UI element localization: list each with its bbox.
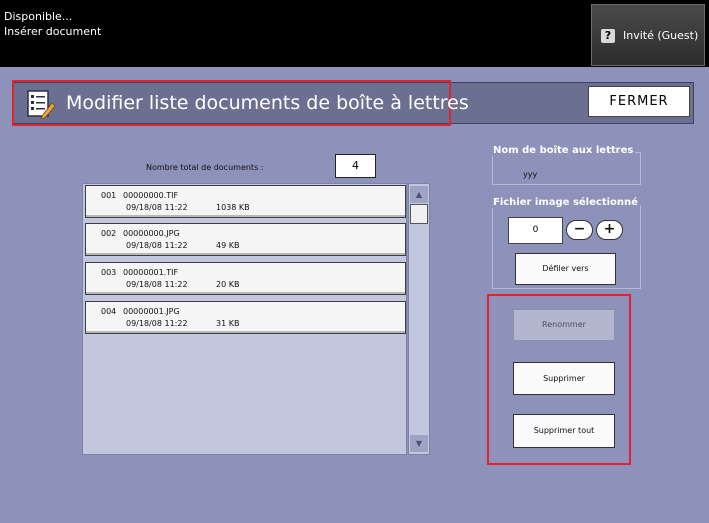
document-date: 09/18/08 11:22 xyxy=(126,241,188,250)
document-number: 004 xyxy=(101,307,117,316)
document-list-item[interactable]: 001 00000000.TIF 09/18/08 11:22 1038 KB xyxy=(85,185,406,218)
document-filename: 00000000.TIF xyxy=(123,191,179,200)
document-list-item[interactable]: 004 00000001.JPG 09/18/08 11:22 31 KB xyxy=(85,301,406,334)
document-date: 09/18/08 11:22 xyxy=(126,203,188,212)
document-count-value: 4 xyxy=(335,154,376,178)
scroll-to-button[interactable]: Défiler vers xyxy=(515,253,616,285)
scroll-thumb[interactable] xyxy=(410,204,428,224)
instruction-text: Insérer document xyxy=(4,25,102,38)
selected-image-label: Fichier image sélectionné xyxy=(491,197,640,208)
document-filename: 00000000.JPG xyxy=(123,229,180,238)
triangle-up-icon[interactable]: ▲ xyxy=(410,186,428,203)
triangle-down-icon[interactable]: ▼ xyxy=(410,435,428,452)
help-icon: ? xyxy=(601,29,615,43)
increment-button[interactable]: + xyxy=(596,220,623,240)
document-date: 09/18/08 11:22 xyxy=(126,319,188,328)
document-size: 49 KB xyxy=(216,241,240,250)
document-filename: 00000001.JPG xyxy=(123,307,180,316)
document-number: 001 xyxy=(101,191,117,200)
document-count-label: Nombre total de documents : xyxy=(146,163,264,172)
decrement-button[interactable]: − xyxy=(566,220,593,240)
document-size: 20 KB xyxy=(216,280,240,289)
document-number: 003 xyxy=(101,268,117,277)
document-number: 002 xyxy=(101,229,117,238)
document-size: 31 KB xyxy=(216,319,240,328)
status-bar: Disponible... Insérer document ? Invité … xyxy=(0,0,709,67)
user-label: Invité (Guest) xyxy=(623,29,699,42)
edit-list-icon xyxy=(26,89,56,119)
document-list: 001 00000000.TIF 09/18/08 11:22 1038 KB … xyxy=(82,183,407,455)
selected-image-value: 0 xyxy=(508,217,563,244)
mailbox-name-label: Nom de boîte aux lettres xyxy=(491,145,636,156)
document-date: 09/18/08 11:22 xyxy=(126,280,188,289)
document-list-scrollbar[interactable]: ▲ ▼ xyxy=(408,183,430,455)
document-size: 1038 KB xyxy=(216,203,250,212)
document-list-item[interactable]: 002 00000000.JPG 09/18/08 11:22 49 KB xyxy=(85,223,406,256)
mailbox-name-group xyxy=(492,152,641,185)
page-title: Modifier liste documents de boîte à lett… xyxy=(66,92,469,114)
delete-button[interactable]: Supprimer xyxy=(513,362,615,395)
delete-all-button[interactable]: Supprimer tout xyxy=(513,414,615,448)
machine-status-text: Disponible... xyxy=(4,10,73,23)
user-button[interactable]: ? Invité (Guest) xyxy=(591,4,705,66)
close-button[interactable]: FERMER xyxy=(588,86,690,117)
rename-button[interactable]: Renommer xyxy=(513,309,615,341)
mailbox-name-value: yyy xyxy=(523,170,538,179)
document-filename: 00000001.TIF xyxy=(123,268,179,277)
main-panel: Modifier liste documents de boîte à lett… xyxy=(0,67,709,523)
document-list-item[interactable]: 003 00000001.TIF 09/18/08 11:22 20 KB xyxy=(85,262,406,295)
